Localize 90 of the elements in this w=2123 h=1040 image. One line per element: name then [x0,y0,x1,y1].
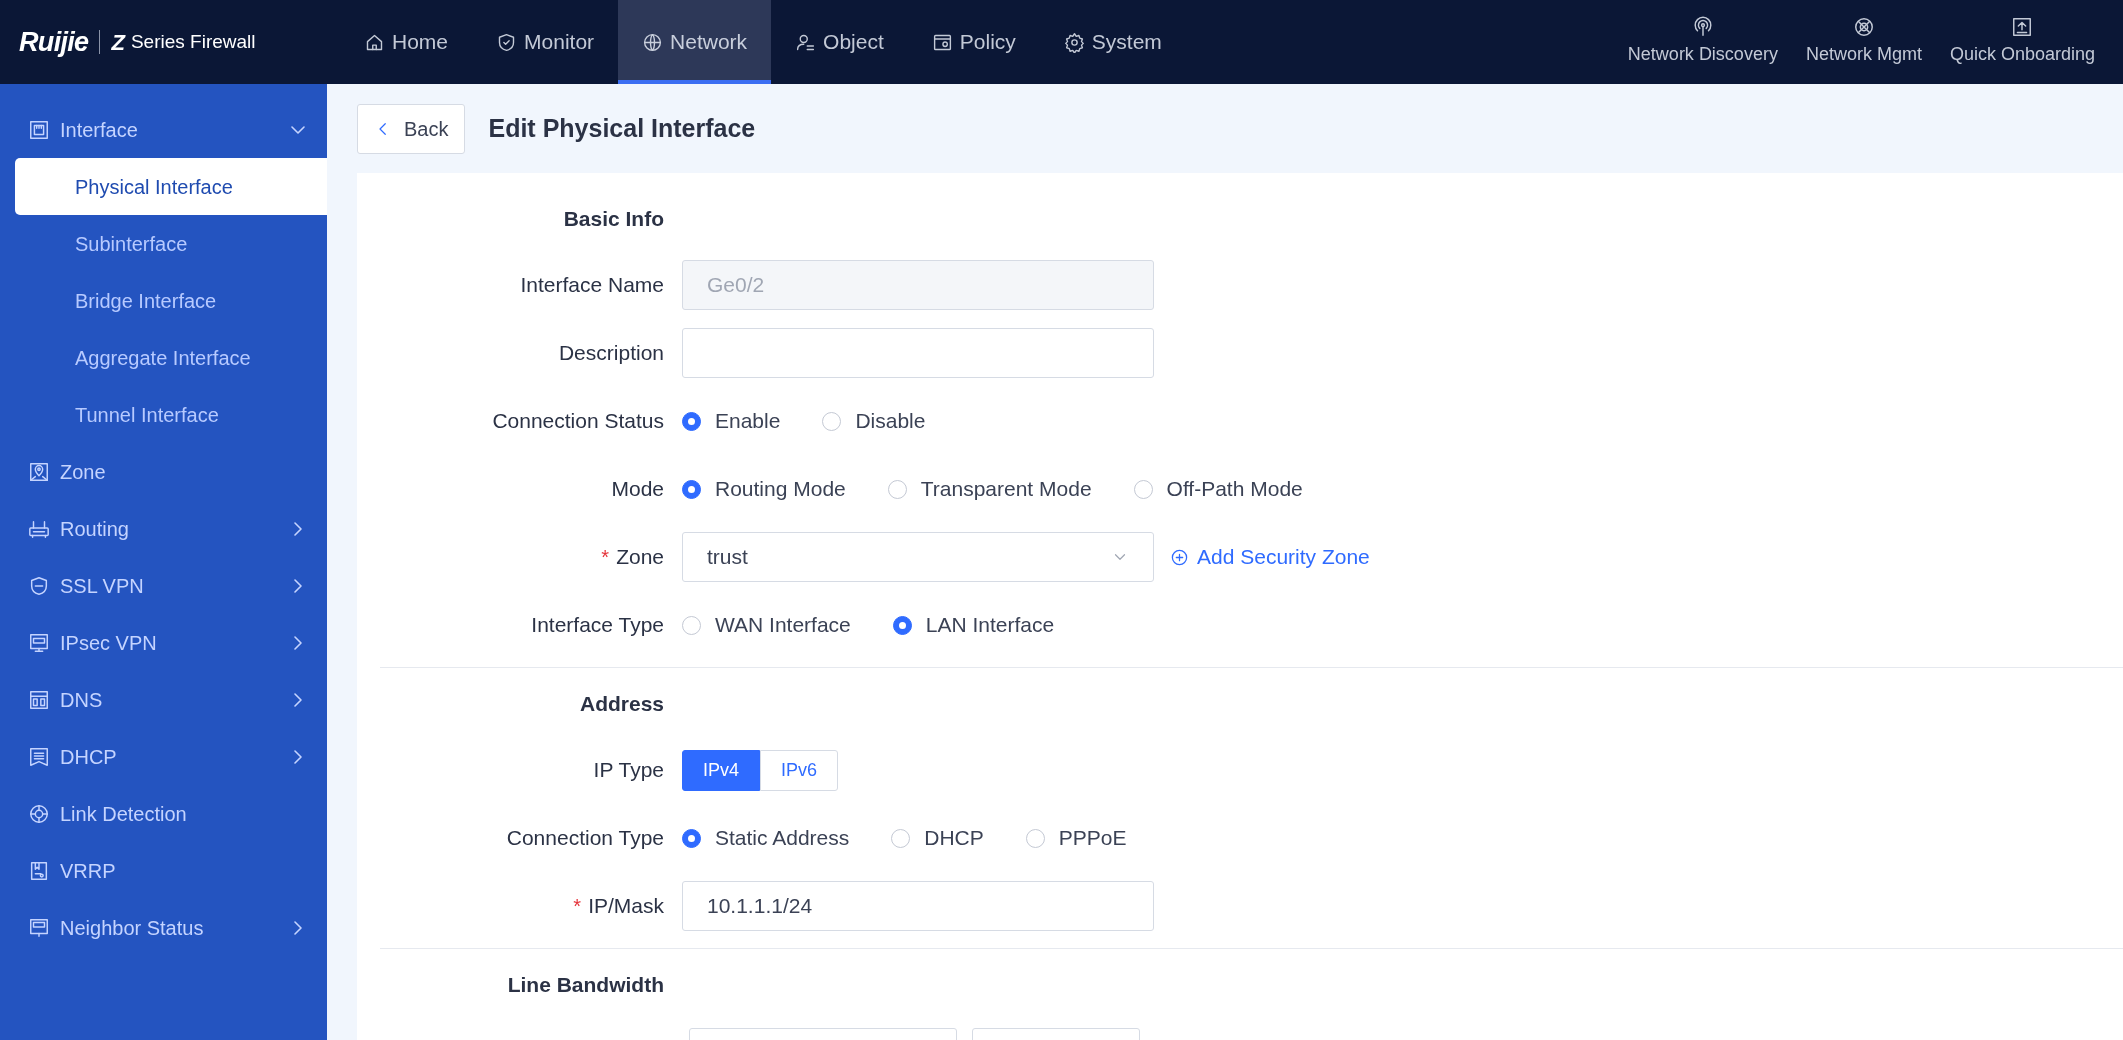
target-icon [28,802,50,825]
field-label: Connection Type [506,825,664,852]
radio-option[interactable]: LAN Interface [892,609,1055,641]
radio-option[interactable]: Off-Path Mode [1133,473,1303,505]
section-title: Basic Info [563,206,664,233]
banner-icon [28,745,50,768]
sidebar-item[interactable]: DHCP [0,728,327,785]
field-label: Connection Status [492,408,664,435]
toolbar-button[interactable]: Network Mgmt [1791,0,1936,84]
chevron-icon [294,920,302,935]
sidebar-subitem[interactable]: Physical Interface [15,158,327,215]
sidebar-item[interactable]: Neighbor Status [0,899,327,956]
radio-option[interactable]: Enable [682,405,781,437]
map-pin-icon [28,460,50,483]
sidebar-item[interactable]: Routing [0,500,327,557]
toolbar-button[interactable]: Quick Onboarding [1935,0,2109,84]
radio-button[interactable] [682,828,701,848]
radio-button[interactable] [1025,828,1045,848]
field-label: IP/Mask [588,893,664,920]
sidebar-item[interactable]: IPsec VPN [0,614,327,671]
document-icon [28,859,50,882]
input-field[interactable] [682,328,1154,378]
field-label: Interface Type [531,612,664,639]
chevron-icon [294,635,302,650]
radio-button[interactable] [682,615,701,635]
field-label: IP Type [593,757,664,784]
required-mark: * [573,894,582,919]
radio-option[interactable]: Static Address [682,822,850,854]
chevron-icon [294,749,302,764]
sidebar-subitem[interactable]: Bridge Interface [15,272,327,329]
radio-option[interactable]: Transparent Mode [887,473,1092,505]
sidebar-item[interactable]: Link Detection [0,785,327,842]
field-label: Zone [616,544,664,571]
section-title: Line Bandwidth [507,972,664,999]
section-title: Address [579,691,664,718]
series-mark: Z [111,28,125,57]
gear-icon [1063,31,1085,53]
sidebar-item[interactable]: Zone [0,443,327,500]
product-name: Series Firewall [130,29,256,54]
upload-icon [2011,16,2034,38]
sidebar-subitem[interactable]: Tunnel Interface [15,386,327,443]
sidebar-item[interactable]: Interface [0,101,327,158]
radio-button[interactable] [892,615,912,635]
toolbar-button[interactable]: Network Discovery [1613,0,1792,84]
sidebar-subitem[interactable]: Aggregate Interface [15,329,327,386]
nav-tab[interactable]: Object [771,0,908,84]
radio-button[interactable] [891,828,911,848]
radio-button[interactable] [682,411,701,431]
chevron-icon [294,578,302,593]
radio-option[interactable]: Routing Mode [682,473,846,505]
back-button[interactable]: Back [357,103,466,154]
field-label: Description [558,340,664,367]
nav-tab[interactable]: Network [618,0,772,84]
port-icon [28,118,50,141]
required-mark: * [601,545,610,570]
sidebar-item[interactable]: VRRP [0,842,327,899]
field-label: Interface Name [520,272,664,299]
radio-button[interactable] [887,479,907,499]
crossed-globe-icon [1852,16,1875,38]
radio-option[interactable]: PPPoE [1025,822,1127,854]
monitor-icon [28,631,50,654]
sidebar-item[interactable]: SSL VPN [0,557,327,614]
segment-tab[interactable]: IPv4 [682,749,761,791]
radio-option[interactable]: Disable [822,405,926,437]
brand-logo: Ruijie [19,25,89,59]
radio-button[interactable] [682,479,701,499]
globe-icon [642,31,664,53]
plus-circle-icon [1170,547,1189,567]
radio-option[interactable]: DHCP [891,822,984,854]
radio-option[interactable]: WAN Interface [682,609,851,641]
input-field[interactable]: 10.1.1.1/24 [682,881,1154,931]
nav-tab[interactable]: Monitor [472,0,619,84]
chevron-icon [294,521,302,536]
grid-icon [28,688,50,711]
radio-button[interactable] [1133,479,1153,499]
segment-tab[interactable]: IPv6 [760,749,839,791]
nav-tab[interactable]: Home [340,0,473,84]
chevron-icon [291,125,305,134]
nav-tab[interactable]: Policy [907,0,1040,84]
radio-button[interactable] [822,411,842,431]
dropdown-field[interactable]: trust [682,532,1154,582]
sidebar-item[interactable]: DNS [0,671,327,728]
monitor-icon [28,916,50,939]
field-label: Mode [611,476,664,503]
nav-tab[interactable]: System [1039,0,1186,84]
shield-icon [28,574,50,597]
add-zone-link[interactable]: Add Security Zone [1170,541,1370,573]
sidebar-subitem[interactable]: Subinterface [15,215,327,272]
chevron-icon [294,692,302,707]
page-title: Edit Physical Interface [488,112,756,144]
